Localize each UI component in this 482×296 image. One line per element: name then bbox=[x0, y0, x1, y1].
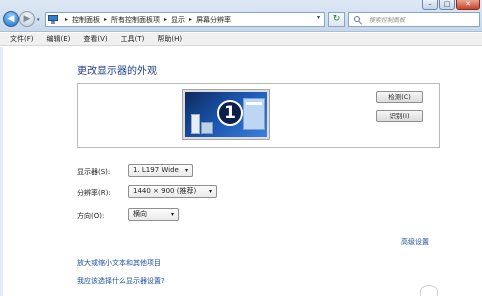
chevron-down-icon: ▾ bbox=[184, 167, 188, 174]
window-thumbnail bbox=[191, 114, 200, 134]
resolution-label: 分辨率(R): bbox=[77, 189, 111, 197]
page-title: 更改显示器的外观 bbox=[77, 66, 157, 77]
recent-pages-dropdown-icon[interactable]: ▾ bbox=[37, 17, 40, 23]
window-thumbnail bbox=[201, 122, 213, 134]
resolution-value: 1440 × 900 (推荐) bbox=[133, 187, 197, 195]
breadcrumb-all-items[interactable]: 所有控制面板项 bbox=[111, 15, 160, 25]
breadcrumb-separator[interactable]: ▸ bbox=[164, 16, 167, 23]
detect-button[interactable]: 检测(C) bbox=[376, 91, 423, 103]
breadcrumb-screen-resolution[interactable]: 屏幕分辨率 bbox=[196, 15, 231, 25]
menu-help[interactable]: 帮助(H) bbox=[157, 34, 182, 44]
breadcrumb-separator[interactable]: ▸ bbox=[189, 16, 192, 23]
menu-bar: 文件(F) 编辑(E) 查看(V) 工具(T) 帮助(H) bbox=[0, 33, 482, 46]
menu-tools[interactable]: 工具(T) bbox=[121, 34, 145, 44]
orientation-label: 方向(O): bbox=[77, 212, 105, 220]
left-border bbox=[0, 47, 3, 296]
menu-edit[interactable]: 编辑(E) bbox=[47, 34, 71, 44]
watermark-shape bbox=[420, 285, 438, 296]
breadcrumb-control-panel[interactable]: 控制面板 bbox=[72, 15, 100, 25]
address-dropdown-icon[interactable]: ▾ bbox=[317, 14, 320, 21]
window-controls: – □ ✕ bbox=[421, 0, 480, 10]
identify-button[interactable]: 识别(I) bbox=[376, 110, 423, 122]
monitor-1-thumbnail[interactable]: 1 bbox=[182, 89, 270, 140]
minimize-button[interactable]: – bbox=[422, 0, 438, 10]
search-icon bbox=[354, 16, 363, 25]
maximize-button[interactable]: □ bbox=[439, 0, 455, 10]
forward-button[interactable]: ▶ bbox=[19, 11, 35, 27]
display-value: 1. L197 Wide bbox=[133, 166, 179, 174]
chevron-down-icon: ▾ bbox=[208, 188, 212, 195]
title-bar: – □ ✕ ◀ ▶ ▾ ▸ 控制面板 ▸ 所有控制面板项 ▸ 显示 ▸ 屏幕分辨… bbox=[0, 0, 482, 32]
display-settings-help-link[interactable]: 我应该选择什么显示器设置? bbox=[77, 276, 165, 286]
display-select[interactable]: 1. L197 Wide ▾ bbox=[128, 164, 193, 177]
breadcrumb-display[interactable]: 显示 bbox=[171, 15, 185, 25]
orientation-select[interactable]: 横向 ▾ bbox=[128, 208, 179, 221]
window-thumbnail bbox=[243, 98, 265, 130]
search-placeholder: 搜索控制面板 bbox=[369, 17, 406, 24]
refresh-button[interactable]: ↻ bbox=[328, 12, 345, 27]
resolution-select[interactable]: 1440 × 900 (推荐) ▾ bbox=[128, 185, 217, 198]
close-button[interactable]: ✕ bbox=[456, 0, 480, 10]
menu-view[interactable]: 查看(V) bbox=[83, 34, 107, 44]
menu-file[interactable]: 文件(F) bbox=[10, 34, 34, 44]
address-bar[interactable]: ▸ 控制面板 ▸ 所有控制面板项 ▸ 显示 ▸ 屏幕分辨率 ▾ bbox=[45, 12, 325, 27]
chevron-down-icon: ▾ bbox=[170, 211, 174, 218]
search-input[interactable]: 搜索控制面板 bbox=[348, 12, 480, 27]
text-size-link[interactable]: 放大或缩小文本和其他项目 bbox=[77, 258, 161, 268]
orientation-value: 横向 bbox=[133, 210, 147, 218]
breadcrumb-separator[interactable]: ▸ bbox=[65, 16, 68, 23]
monitor-screen: 1 bbox=[185, 92, 267, 137]
display-label: 显示器(S): bbox=[77, 168, 111, 176]
advanced-settings-link[interactable]: 高级设置 bbox=[401, 237, 429, 247]
control-panel-icon bbox=[48, 15, 58, 24]
back-button[interactable]: ◀ bbox=[3, 11, 19, 27]
breadcrumb-separator[interactable]: ▸ bbox=[104, 16, 107, 23]
monitor-number-badge: 1 bbox=[217, 100, 243, 126]
